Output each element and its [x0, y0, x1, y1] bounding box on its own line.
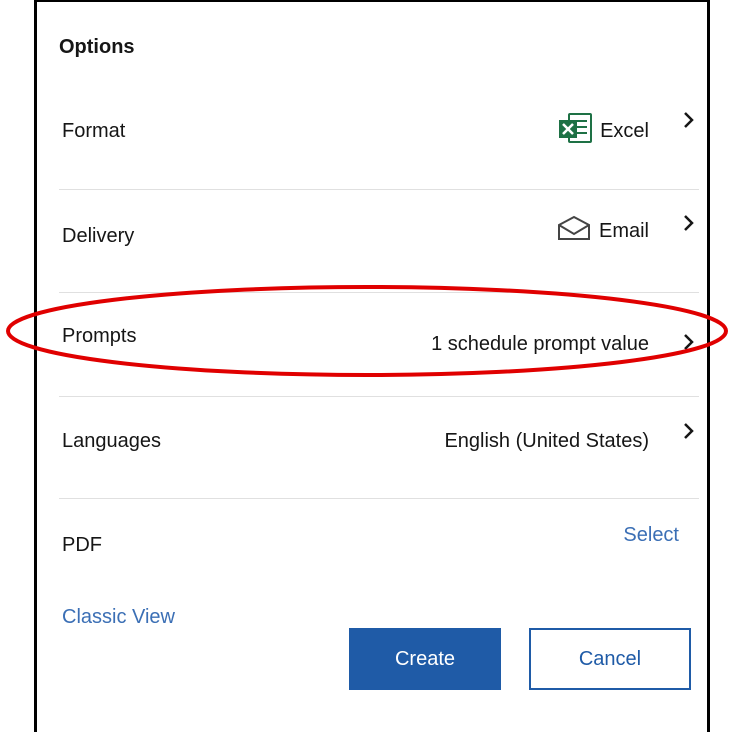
divider: [59, 498, 699, 499]
prompts-value: 1 schedule prompt value: [431, 333, 649, 355]
excel-icon: [558, 113, 593, 149]
pdf-label: PDF: [62, 534, 102, 556]
prompts-row[interactable]: Prompts 1 schedule prompt value: [59, 310, 699, 410]
chevron-right-icon: [679, 108, 699, 132]
pdf-select-link[interactable]: Select: [623, 524, 679, 547]
divider: [59, 396, 699, 397]
divider: [59, 189, 699, 190]
delivery-label: Delivery: [62, 225, 135, 247]
format-value: Excel: [558, 113, 649, 149]
format-label: Format: [62, 120, 126, 142]
options-heading: Options: [59, 36, 135, 58]
delivery-value: Email: [557, 215, 649, 247]
format-value-text: Excel: [600, 119, 649, 142]
delivery-value-text: Email: [598, 219, 649, 242]
pdf-row: PDF Select: [59, 516, 699, 616]
classic-view-link[interactable]: Classic View: [62, 606, 175, 629]
chevron-right-icon: [679, 330, 699, 354]
languages-label: Languages: [62, 430, 161, 452]
languages-value: English (United States): [444, 430, 649, 452]
envelope-icon: [557, 215, 591, 247]
create-button[interactable]: Create: [349, 628, 501, 690]
cancel-button[interactable]: Cancel: [529, 628, 691, 690]
chevron-right-icon: [679, 211, 699, 235]
divider: [59, 292, 699, 293]
prompts-label: Prompts: [62, 325, 137, 347]
chevron-right-icon: [679, 419, 699, 443]
options-panel: Options Format Excel Delivery Email Prom…: [34, 0, 710, 732]
languages-row[interactable]: Languages English (United States): [59, 414, 699, 514]
